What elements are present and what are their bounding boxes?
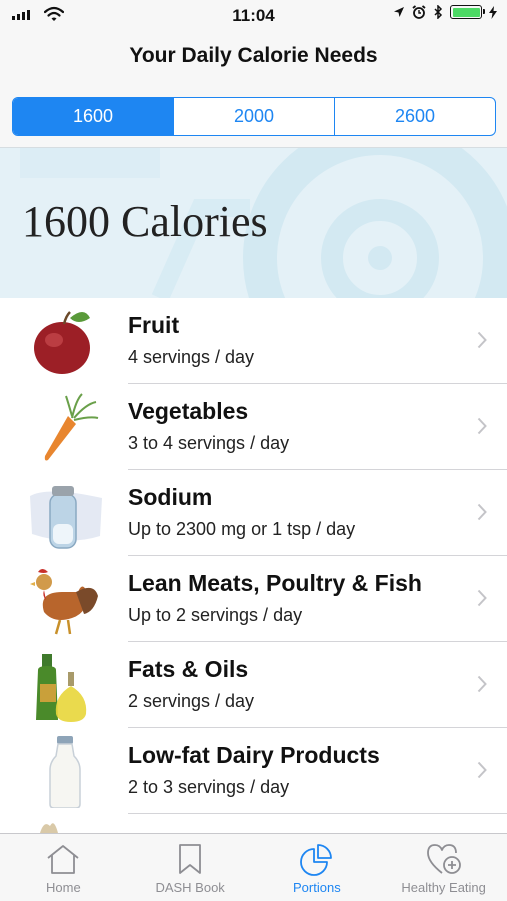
battery-icon [450,5,485,19]
tab-portions[interactable]: Portions [254,834,381,901]
calorie-banner: 1600 Calories [0,147,507,299]
list-item-fruit[interactable]: Fruit 4 servings / day [0,298,507,384]
heart-plus-icon [426,844,461,874]
food-group-name: Lean Meats, Poultry & Fish [128,570,422,596]
chevron-right-icon [477,589,487,607]
chevron-right-icon [477,761,487,779]
banner-title: 1600 Calories [22,197,268,246]
food-group-name: Fruit [128,312,180,338]
tab-label: Healthy Eating [401,880,486,895]
apple-icon [34,311,90,374]
alarm-icon [412,5,426,19]
food-group-list: Fruit 4 servings / day Vegetables 3 to 4… [0,298,507,833]
chevron-right-icon [477,503,487,521]
list-item-vegetables[interactable]: Vegetables 3 to 4 servings / day [0,384,507,470]
list-item-fats-oils[interactable]: Fats & Oils 2 servings / day [0,642,507,728]
rooster-icon [30,569,98,635]
location-icon [394,7,404,17]
tab-label: DASH Book [155,880,225,895]
charging-icon [489,5,497,19]
home-icon [47,845,79,874]
food-group-servings: 3 to 4 servings / day [128,433,290,453]
segment-2600[interactable]: 2600 [334,98,495,135]
segment-2000[interactable]: 2000 [173,98,334,135]
page-title: Your Daily Calorie Needs [129,44,378,67]
oil-bottles-icon [36,654,87,722]
row-separator [128,813,507,814]
food-group-name: Vegetables [128,398,249,424]
food-group-servings: Up to 2 servings / day [128,605,303,625]
pie-chart-icon [299,844,332,876]
chevron-right-icon [477,331,487,349]
food-group-servings: 2 servings / day [128,691,255,711]
bluetooth-icon [434,5,443,19]
list-item-lean-meats[interactable]: Lean Meats, Poultry & Fish Up to 2 servi… [0,556,507,642]
tab-label: Portions [293,880,341,895]
food-group-servings: 2 to 3 servings / day [128,777,290,797]
carrot-icon [44,393,99,461]
food-group-name: Low-fat Dairy Products [128,742,380,768]
status-bar: 11:04 [0,0,507,30]
next-item-image-partial [40,823,58,833]
milk-bottle-icon [49,736,81,808]
tab-dash-book[interactable]: DASH Book [127,834,254,901]
list-item-dairy[interactable]: Low-fat Dairy Products 2 to 3 servings /… [0,728,507,814]
calorie-segmented-control: 1600 2000 2600 [12,97,496,136]
tab-bar: Home DASH Book Portions Healthy Eating [0,833,507,901]
chevron-right-icon [477,417,487,435]
bookmark-icon [179,844,202,874]
salt-shaker-icon [30,486,102,549]
chevron-right-icon [477,675,487,693]
food-group-servings: Up to 2300 mg or 1 tsp / day [128,519,356,539]
tab-label: Home [46,880,81,895]
tab-healthy-eating[interactable]: Healthy Eating [380,834,507,901]
list-item-sodium[interactable]: Sodium Up to 2300 mg or 1 tsp / day [0,470,507,556]
food-group-name: Sodium [128,484,213,510]
tab-home[interactable]: Home [0,834,127,901]
food-group-name: Fats & Oils [128,656,249,682]
food-group-servings: 4 servings / day [128,347,255,367]
segment-1600[interactable]: 1600 [13,98,173,135]
